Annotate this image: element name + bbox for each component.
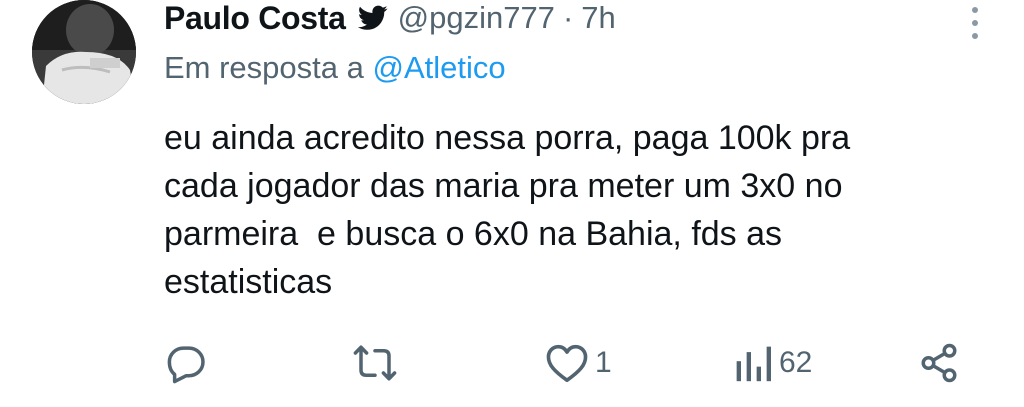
reply-context: Em resposta a @Atletico [164, 50, 506, 86]
timestamp[interactable]: 7h [581, 0, 615, 36]
speech-bubble-icon [165, 342, 207, 384]
like-count: 1 [595, 346, 612, 379]
display-name[interactable]: Paulo Costa [164, 0, 346, 37]
tweet-text-line: estatisticas [164, 263, 333, 301]
action-bar: 1 62 [0, 338, 1024, 388]
tweet-text-line: parmeira e busca o 6x0 na Bahia, fds as [164, 215, 783, 253]
reply-prefix: Em resposta a [164, 50, 364, 85]
twitter-bird-icon [357, 5, 388, 31]
views-button[interactable]: 62 [733, 338, 812, 388]
tweet-text-line: eu ainda acredito nessa porra, paga 100k… [164, 119, 851, 157]
like-button[interactable]: 1 [545, 338, 612, 388]
heart-icon [545, 343, 589, 383]
tweet-header: Paulo Costa @pgzin777 · 7h [164, 0, 616, 40]
profile-photo-icon [32, 0, 136, 104]
bar-chart-icon [733, 343, 773, 383]
retweet-button[interactable] [352, 338, 398, 388]
share-button[interactable] [918, 338, 960, 388]
tweet: Paulo Costa @pgzin777 · 7h Em resposta a… [0, 0, 1024, 407]
retweet-icon [352, 342, 398, 384]
more-options-icon[interactable] [970, 6, 980, 40]
share-icon [918, 342, 960, 384]
separator-dot: · [562, 0, 574, 35]
tweet-text: eu ainda acredito nessa porra, paga 100k… [164, 114, 1004, 306]
avatar[interactable] [32, 0, 136, 104]
reply-mention-link[interactable]: @Atletico [373, 50, 506, 85]
user-handle[interactable]: @pgzin777 [398, 0, 555, 36]
views-count: 62 [779, 346, 813, 379]
reply-button[interactable] [165, 338, 207, 388]
tweet-text-line: cada jogador das maria pra meter um 3x0 … [164, 167, 843, 205]
